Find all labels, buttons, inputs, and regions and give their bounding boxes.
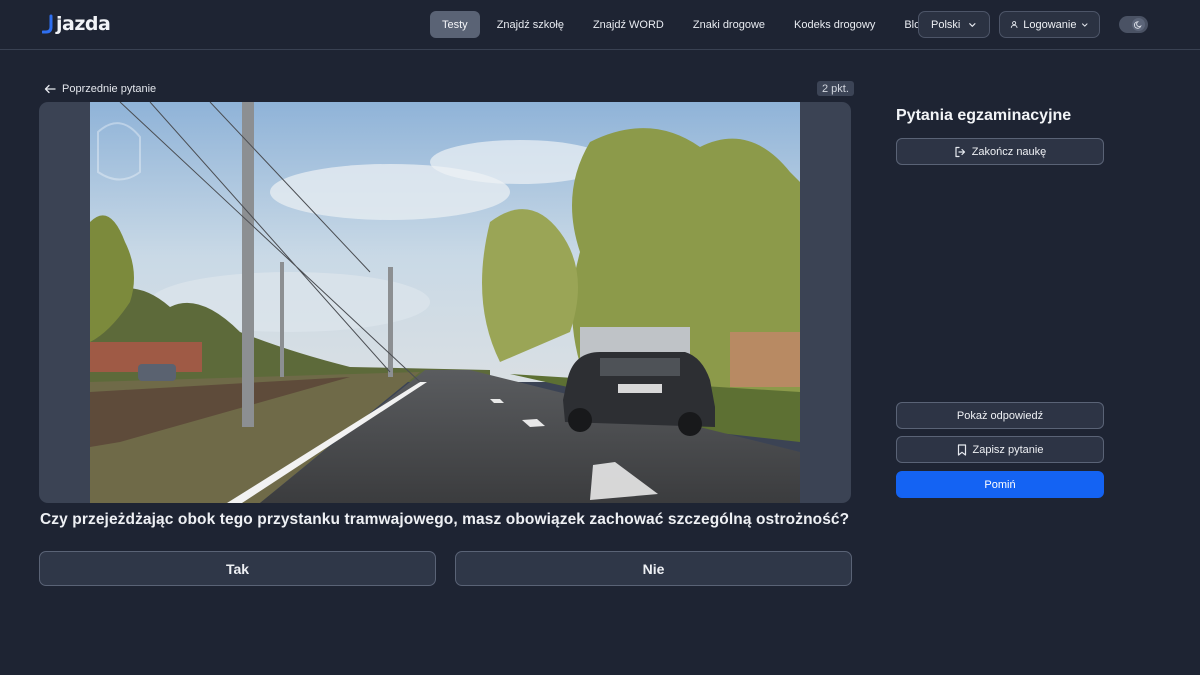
nav-item-find-word[interactable]: Znajdź WORD — [581, 11, 676, 38]
save-question-button[interactable]: Zapisz pytanie — [896, 436, 1104, 463]
main-nav: Testy Znajdź szkołę Znajdź WORD Znaki dr… — [430, 11, 938, 38]
nav-item-tests[interactable]: Testy — [430, 11, 480, 38]
arrow-left-icon — [44, 84, 56, 94]
answer-yes-button[interactable]: Tak — [39, 551, 436, 586]
road-scene-image — [90, 102, 800, 503]
nav-item-traffic-code[interactable]: Kodeks drogowy — [782, 11, 887, 38]
chevron-down-icon — [1082, 22, 1088, 27]
question-media — [39, 102, 851, 503]
theme-toggle[interactable] — [1119, 16, 1148, 33]
language-label: Polski — [931, 18, 961, 31]
login-label: Logowanie — [1023, 18, 1077, 31]
brand-name: jazda — [56, 13, 111, 35]
answer-no-button[interactable]: Nie — [455, 551, 852, 586]
logo-mark-icon — [42, 14, 53, 34]
bookmark-icon — [957, 443, 966, 456]
login-menu-button[interactable]: Logowanie — [999, 11, 1100, 38]
sidebar-title: Pytania egzaminacyjne — [896, 107, 1072, 124]
finish-learning-button[interactable]: Zakończ naukę — [896, 138, 1104, 165]
finish-learning-label: Zakończ naukę — [971, 145, 1047, 158]
top-navigation-bar: jazda Testy Znajdź szkołę Znajdź WORD Zn… — [0, 0, 1200, 50]
logout-icon — [955, 146, 965, 157]
save-question-label: Zapisz pytanie — [972, 443, 1044, 456]
previous-question-label: Poprzednie pytanie — [62, 83, 157, 95]
language-select[interactable]: Polski — [918, 11, 990, 38]
toggle-knob — [1132, 18, 1145, 31]
moon-icon — [1134, 21, 1142, 29]
chevron-down-icon — [969, 22, 976, 27]
site-logo[interactable]: jazda — [42, 12, 111, 36]
nav-item-road-signs[interactable]: Znaki drogowe — [681, 11, 777, 38]
user-icon — [1010, 21, 1018, 28]
points-badge: 2 pkt. — [817, 81, 854, 96]
show-answer-button[interactable]: Pokaż odpowiedź — [896, 402, 1104, 429]
nav-item-find-school[interactable]: Znajdź szkołę — [485, 11, 576, 38]
previous-question-link[interactable]: Poprzednie pytanie — [44, 81, 156, 97]
skip-button[interactable]: Pomiń — [896, 471, 1104, 498]
question-text: Czy przejeżdżając obok tego przystanku t… — [40, 511, 850, 528]
